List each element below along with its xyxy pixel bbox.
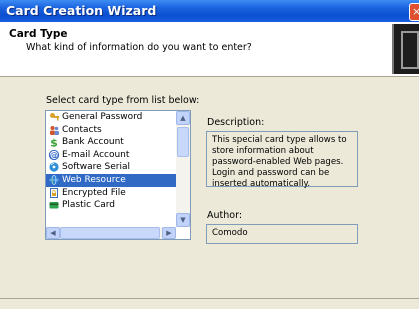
list-item-label: Contacts xyxy=(62,124,102,135)
page-title: Card Type xyxy=(9,28,68,40)
at-icon: @ xyxy=(49,149,59,160)
list-item-label: E-mail Account xyxy=(62,149,130,160)
dollar-icon: $ xyxy=(50,137,58,147)
header-logo xyxy=(392,24,419,74)
scroll-down-button[interactable]: ▼ xyxy=(176,213,190,227)
author-label: Author: xyxy=(207,210,243,221)
close-button[interactable]: × xyxy=(409,3,419,21)
list-item-label: Plastic Card xyxy=(62,200,116,211)
list-item-label: Software Serial xyxy=(62,162,131,173)
window-title: Card Creation Wizard xyxy=(6,3,157,18)
wizard-header: Card Type What kind of information do yo… xyxy=(0,22,419,77)
list-item[interactable]: Contacts xyxy=(46,124,176,137)
svg-text:@: @ xyxy=(50,151,59,160)
horizontal-scroll-thumb[interactable] xyxy=(60,227,160,239)
svg-text:$: $ xyxy=(50,137,58,147)
list-item-label: Web Resource xyxy=(62,174,126,185)
disc-icon xyxy=(49,162,59,172)
list-item[interactable]: General Password xyxy=(46,111,176,124)
key-icon xyxy=(50,113,59,121)
list-item-label: General Password xyxy=(62,112,143,122)
list-item[interactable]: Encrypted File xyxy=(46,187,176,200)
author-value: Comodo xyxy=(206,224,358,244)
file-lock-icon xyxy=(50,187,58,198)
card-type-items: General Password Contacts $ Bank Account @ E-… xyxy=(46,111,176,212)
list-item[interactable]: Software Serial xyxy=(46,161,176,174)
globe-icon xyxy=(49,175,59,185)
list-item[interactable]: Web Resource xyxy=(46,173,176,187)
list-item[interactable]: @ E-mail Account xyxy=(46,149,176,162)
vertical-scrollbar[interactable]: ▲ ▼ xyxy=(176,111,190,227)
list-item[interactable]: $ Bank Account xyxy=(46,136,176,149)
footer-divider xyxy=(0,298,419,299)
card-type-list-label: Select card type from list below: xyxy=(46,95,200,106)
scroll-left-button[interactable]: ◀ xyxy=(46,227,60,239)
description-label: Description: xyxy=(207,117,265,128)
horizontal-scrollbar[interactable]: ◀ ▶ xyxy=(46,227,176,239)
scroll-right-button[interactable]: ▶ xyxy=(162,227,176,239)
vertical-scroll-thumb[interactable] xyxy=(177,127,189,157)
title-bar[interactable]: Card Creation Wizard × xyxy=(0,0,419,22)
people-icon xyxy=(50,125,59,135)
list-item-label: Bank Account xyxy=(62,137,124,148)
description-text: This special card type allows to store i… xyxy=(206,131,358,189)
card-icon xyxy=(49,202,59,209)
scroll-up-button[interactable]: ▲ xyxy=(176,111,190,125)
page-subtitle: What kind of information do you want to … xyxy=(26,42,252,53)
list-item-label: Encrypted File xyxy=(62,187,126,198)
card-type-listbox[interactable]: General Password Contacts $ Bank Account @ E-… xyxy=(45,110,191,240)
wizard-window: Card Creation Wizard × Card Type What ki… xyxy=(0,0,419,309)
list-item[interactable]: Plastic Card xyxy=(46,199,176,212)
